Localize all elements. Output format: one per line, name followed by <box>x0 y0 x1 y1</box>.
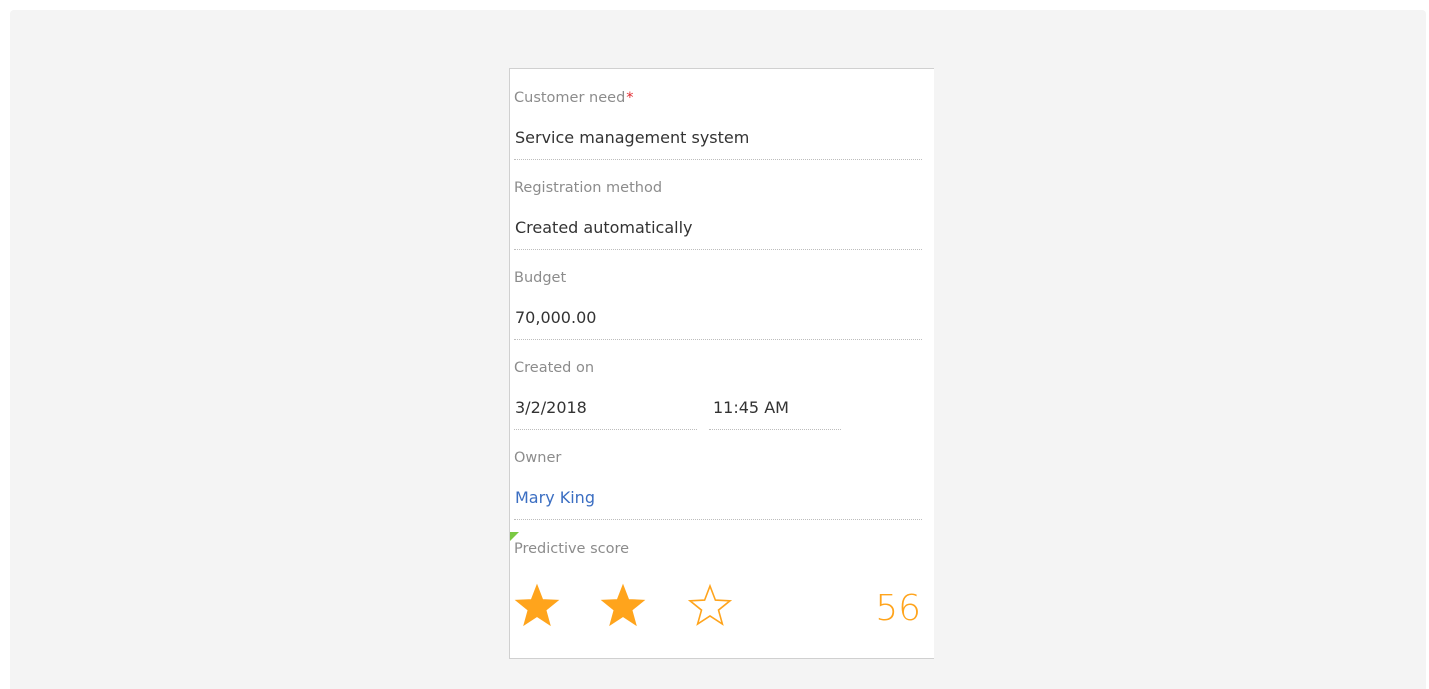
registration-method-label: Registration method <box>514 180 663 196</box>
owner-link[interactable]: Mary King <box>514 486 922 520</box>
star-empty-icon[interactable] <box>687 583 733 627</box>
star-filled-icon[interactable] <box>514 583 560 627</box>
created-on-field: Created on 3/2/2018 11:45 AM <box>514 358 922 430</box>
created-on-label: Created on <box>514 360 595 376</box>
predictive-score-field: Predictive score <box>514 539 922 559</box>
budget-label: Budget <box>514 270 567 286</box>
created-on-time-input[interactable]: 11:45 AM <box>709 396 841 430</box>
opportunity-details-panel: Customer need* Service management system… <box>509 68 934 659</box>
owner-label: Owner <box>514 450 562 466</box>
budget-field: Budget 70,000.00 <box>514 268 922 340</box>
customer-need-field: Customer need* Service management system <box>514 88 922 160</box>
predictive-score-label: Predictive score <box>514 541 630 557</box>
required-mark: * <box>626 90 634 106</box>
customer-need-input[interactable]: Service management system <box>514 126 922 160</box>
registration-method-input[interactable]: Created automatically <box>514 216 922 250</box>
star-filled-icon[interactable] <box>600 583 646 627</box>
budget-input[interactable]: 70,000.00 <box>514 306 922 340</box>
predictive-score-value: 56 <box>875 588 921 629</box>
customer-need-label: Customer need* <box>514 90 634 106</box>
registration-method-field: Registration method Created automaticall… <box>514 178 922 250</box>
created-on-date-input[interactable]: 3/2/2018 <box>514 396 697 430</box>
owner-field: Owner Mary King <box>514 448 922 520</box>
